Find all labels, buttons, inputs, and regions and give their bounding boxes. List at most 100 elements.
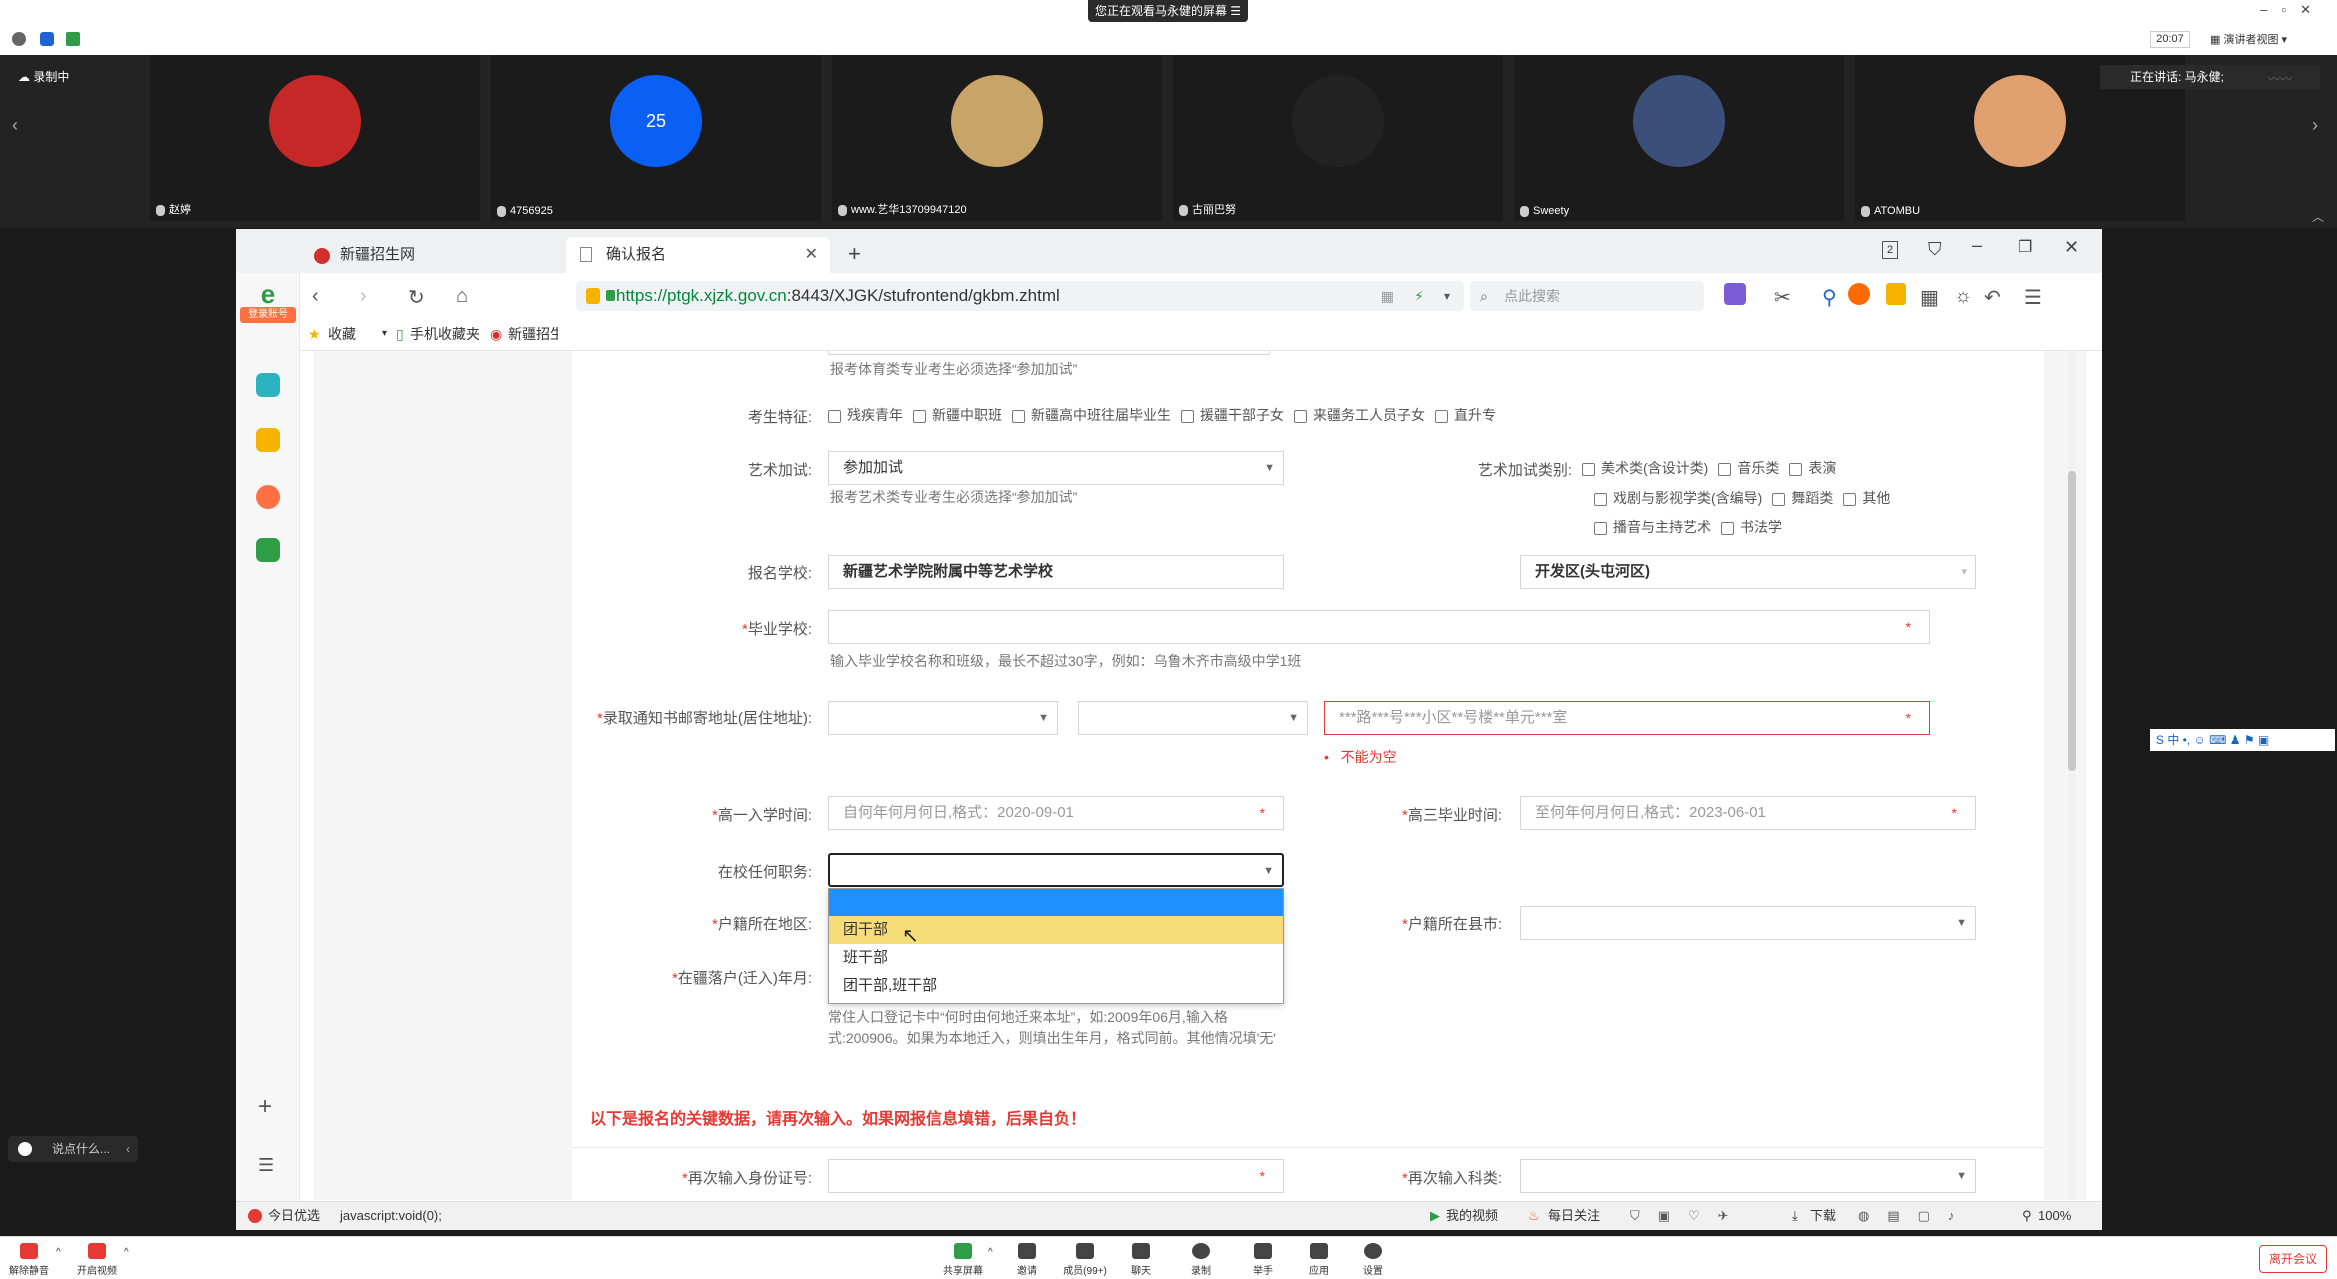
checkbox[interactable] xyxy=(1582,462,1595,476)
status-zoom[interactable]: 100% xyxy=(2038,1202,2071,1230)
share-screen-button[interactable]: 共享屏幕 xyxy=(938,1243,988,1277)
chevron-up-icon[interactable]: ^ xyxy=(56,1247,61,1258)
checkbox[interactable] xyxy=(913,409,926,423)
close-tab-icon[interactable]: ✕ xyxy=(805,237,818,273)
bookmark-xinjiang[interactable]: 新疆招生 xyxy=(508,317,558,351)
position-option-class-cadre[interactable]: 班干部 xyxy=(829,944,1283,972)
participant-tile[interactable]: www.艺华13709947120 xyxy=(832,55,1162,221)
record-button[interactable]: 录制 xyxy=(1176,1243,1226,1277)
list-icon[interactable]: ☰ xyxy=(258,1155,274,1176)
province-select[interactable]: ▼ xyxy=(828,701,1058,735)
url-input[interactable]: https://ptgk.xjzk.gov.cn:8443/XJGK/stufr… xyxy=(576,281,1464,311)
lightning-icon[interactable]: ⚡ xyxy=(1414,281,1424,311)
weibo-icon[interactable] xyxy=(256,485,280,509)
input-method-toolbar[interactable]: S 中 •, ☺ ⌨ ♟ ⚑ ▣ xyxy=(2150,729,2335,751)
checkbox[interactable] xyxy=(1789,462,1803,476)
invite-button[interactable]: 邀请 xyxy=(1002,1243,1052,1277)
participant-tile[interactable]: 古丽巴努 xyxy=(1173,55,1503,221)
scissors-icon[interactable]: ✂ xyxy=(1774,285,1791,310)
hukou-county-select[interactable]: ▼ xyxy=(1520,906,1976,940)
status-tool-icons[interactable]: ⛉▣♡✈ xyxy=(1630,1202,1747,1230)
prev-page-arrow[interactable]: ‹ xyxy=(12,115,18,136)
scrollbar-thumb[interactable] xyxy=(2068,471,2076,771)
status-download[interactable]: 下载 xyxy=(1810,1202,1836,1230)
position-option-league-cadre[interactable]: 团干部 xyxy=(829,916,1283,944)
pe-test-select[interactable] xyxy=(828,351,1270,355)
minimize-icon[interactable]: – xyxy=(1972,235,1982,256)
art-type-option[interactable]: 表演 xyxy=(1779,460,1836,476)
bookmark-favorites[interactable]: 收藏 xyxy=(328,317,356,351)
tab-xinjiang-zhaosheng[interactable]: 新疆招生网 xyxy=(300,237,560,273)
art-type-option[interactable]: 播音与主持艺术 xyxy=(1584,519,1711,535)
view-mode-select[interactable]: ▦ 演讲者视图 ▾ xyxy=(2210,31,2287,47)
mail-icon[interactable] xyxy=(256,538,280,562)
undo-icon[interactable]: ↶ xyxy=(1984,285,2001,310)
art-type-option[interactable]: 美术类(含设计类) xyxy=(1572,460,1708,476)
tab-count-badge[interactable]: 2 xyxy=(1882,241,1898,259)
grad-school-input[interactable]: * xyxy=(828,610,1930,644)
chat-button[interactable]: 聊天 xyxy=(1116,1243,1166,1277)
checkbox[interactable] xyxy=(1181,409,1194,423)
home-icon[interactable]: ⌂ xyxy=(456,285,468,308)
leave-meeting-button[interactable]: 离开会议 xyxy=(2259,1245,2327,1273)
browser-logo-icon[interactable]: e xyxy=(250,279,286,309)
art-type-option[interactable]: 书法学 xyxy=(1711,519,1782,535)
raise-hand-button[interactable]: 举手 xyxy=(1238,1243,1288,1277)
checkbox[interactable] xyxy=(1772,492,1786,506)
shield-icon[interactable] xyxy=(40,32,54,46)
refresh-icon[interactable]: ↻ xyxy=(408,285,425,310)
next-page-arrow[interactable]: › xyxy=(2312,115,2318,136)
checkbox[interactable] xyxy=(1012,409,1025,423)
checkbox[interactable] xyxy=(828,409,841,423)
forward-icon[interactable]: › xyxy=(360,285,367,308)
reenter-subject-select[interactable]: ▼ xyxy=(1520,1159,1976,1193)
checkbox[interactable] xyxy=(1718,462,1732,476)
position-option-both[interactable]: 团干部,班干部 xyxy=(829,972,1283,1000)
add-icon[interactable]: + xyxy=(258,1093,272,1121)
bookmark-mobile[interactable]: 手机收藏夹 xyxy=(410,317,480,351)
info-icon[interactable] xyxy=(12,32,26,46)
position-select[interactable]: ▼ xyxy=(828,853,1284,887)
favorites-star-icon[interactable] xyxy=(256,428,280,452)
status-today-pick[interactable]: 今日优选 xyxy=(268,1202,320,1230)
trait-option[interactable]: 直升专 xyxy=(1425,407,1496,423)
magnifier-icon[interactable]: ⚲ xyxy=(1822,285,1837,310)
members-button[interactable]: 成员(99+) xyxy=(1058,1243,1112,1277)
art-type-option[interactable]: 戏剧与影视学类(含编导) xyxy=(1584,490,1762,506)
status-daily-follow[interactable]: 每日关注 xyxy=(1548,1202,1600,1230)
checkbox[interactable] xyxy=(1721,521,1734,535)
login-badge[interactable]: 登录账号 xyxy=(240,307,296,323)
signal-icon[interactable] xyxy=(66,32,80,46)
chevron-up-icon[interactable]: ^ xyxy=(124,1247,129,1258)
checkbox[interactable] xyxy=(1843,492,1857,506)
close-window-icon[interactable]: ✕ xyxy=(2064,237,2079,258)
brightness-icon[interactable]: ☼ xyxy=(1954,285,1972,308)
chevron-down-icon[interactable]: ▾ xyxy=(382,317,387,351)
school-input[interactable]: 新疆艺术学院附属中等艺术学校 xyxy=(828,555,1284,589)
art-type-option[interactable]: 其他 xyxy=(1833,490,1890,506)
art-type-option[interactable]: 音乐类 xyxy=(1708,460,1779,476)
status-more-icons[interactable]: ◍▤▢♪ xyxy=(1858,1202,1972,1230)
participant-tile[interactable]: Sweety xyxy=(1514,55,1844,221)
checkbox[interactable] xyxy=(1435,409,1448,423)
trait-option[interactable]: 来疆务工人员子女 xyxy=(1284,407,1425,423)
grad-date-input[interactable]: 至何年何月何日,格式：2023-06-01 * xyxy=(1520,796,1976,830)
trait-option[interactable]: 新疆高中班往届毕业生 xyxy=(1002,407,1171,423)
trait-option[interactable]: 新疆中职班 xyxy=(903,407,1002,423)
restore-icon[interactable]: ❐ xyxy=(2018,237,2032,257)
collapse-strip-icon[interactable]: ︿ xyxy=(2312,208,2324,225)
address-input[interactable]: ***路***号***小区**号楼**单元***室 * xyxy=(1324,701,1930,735)
shield-plugin-icon[interactable] xyxy=(1886,283,1906,305)
city-select[interactable]: ▼ xyxy=(1078,701,1308,735)
district-select[interactable]: 开发区(头屯河区) ▾ xyxy=(1520,555,1976,589)
participant-tile[interactable]: 赵婷 xyxy=(150,55,480,221)
game-icon[interactable] xyxy=(1848,283,1870,305)
checkbox[interactable] xyxy=(1294,409,1307,423)
window-controls[interactable]: –▫✕ xyxy=(2260,2,2325,18)
chevron-up-icon[interactable]: ^ xyxy=(988,1247,993,1258)
reenter-id-input[interactable]: * xyxy=(828,1159,1284,1193)
menu-icon[interactable]: ☰ xyxy=(2024,285,2042,310)
translate-icon[interactable] xyxy=(1724,283,1746,305)
checkbox[interactable] xyxy=(1594,492,1607,506)
unmute-button[interactable]: 解除静音 xyxy=(4,1243,54,1277)
